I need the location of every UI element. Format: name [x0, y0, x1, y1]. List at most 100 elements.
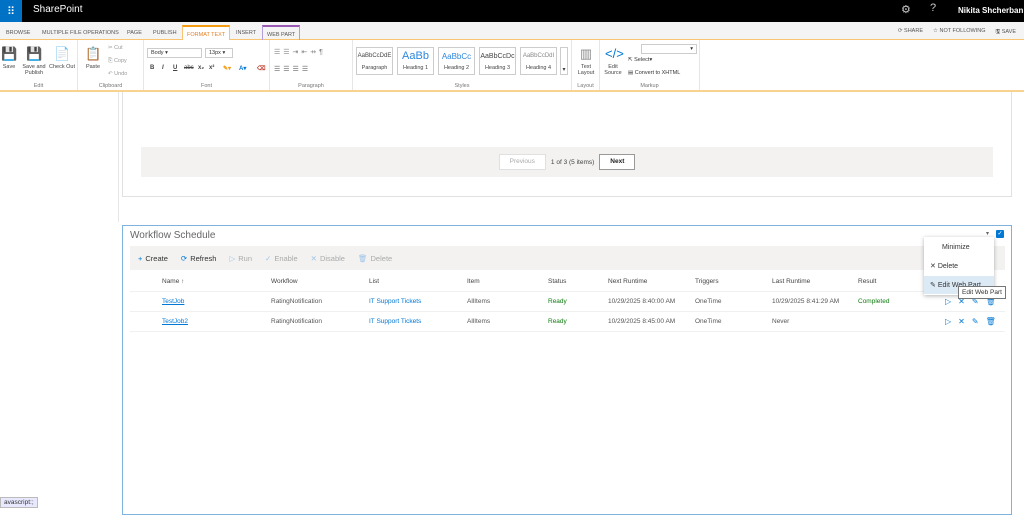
edit-icon[interactable]: ✎ — [972, 317, 979, 326]
style-name: Heading 4 — [525, 65, 552, 71]
style-sample: AaBbCc — [441, 52, 472, 61]
next-button[interactable]: Next — [599, 154, 636, 170]
paste-button[interactable]: 📋 Paste — [82, 46, 104, 70]
italic-button[interactable]: I — [162, 65, 164, 71]
col-triggers[interactable]: Triggers — [695, 278, 719, 285]
follow-button[interactable]: ☆ NOT FOLLOWING — [933, 28, 986, 37]
table-row: TestJob RatingNotification IT Support Ti… — [130, 292, 1005, 312]
run-button[interactable]: ▷ Run — [229, 254, 252, 263]
text-layout-button[interactable]: ▥ Text Layout — [574, 46, 598, 76]
tab-browse[interactable]: BROWSE — [2, 25, 34, 40]
status-bar-url: avascript:; — [0, 497, 38, 508]
convert-xhtml-button[interactable]: ▤ Convert to XHTML — [628, 70, 680, 76]
style-heading-2[interactable]: AaBbCc Heading 2 — [438, 47, 475, 75]
undo-button[interactable]: ↶ Undo — [108, 71, 127, 77]
col-last-runtime[interactable]: Last Runtime — [772, 278, 810, 285]
run-icon[interactable]: ▷ — [945, 317, 951, 326]
user-name[interactable]: Nikita Shcherban — [958, 6, 1023, 15]
run-icon[interactable]: ▷ — [945, 297, 951, 306]
web-part-menu-arrow-icon[interactable]: ▾ — [986, 230, 989, 237]
list-indent-icons[interactable]: ☰☰⇥⇤⇸¶ — [274, 48, 326, 56]
group-label: Styles — [454, 83, 470, 89]
app-launcher-icon[interactable]: ⠿ — [0, 0, 22, 22]
style-name: Heading 2 — [443, 65, 470, 71]
clear-format-icon[interactable]: ⌫ — [257, 65, 265, 72]
markup-language-select[interactable]: ▾ — [641, 44, 697, 54]
edit-source-button[interactable]: </> Edit Source — [603, 46, 624, 76]
group-label: Layout — [577, 83, 594, 89]
col-name[interactable]: Name ↑ — [162, 278, 184, 285]
paste-label: Paste — [85, 64, 101, 70]
cut-button[interactable]: ✂ Cut — [108, 45, 123, 51]
tab-page[interactable]: PAGE — [123, 25, 146, 40]
triggers-cell: OneTime — [695, 318, 722, 325]
save-icon: 💾 — [1, 46, 18, 61]
menu-delete-label: Delete — [937, 263, 959, 270]
help-icon[interactable]: ? — [930, 2, 936, 14]
gear-icon[interactable]: ⚙ — [901, 3, 911, 16]
font-style-select[interactable]: Body ▾ — [147, 48, 202, 58]
col-workflow[interactable]: Workflow — [271, 278, 298, 285]
disable-button[interactable]: ✕ Disable — [311, 254, 345, 263]
strikethrough-button[interactable]: abc — [184, 65, 194, 71]
convert-label: Convert to XHTML — [634, 70, 681, 76]
job-name-link[interactable]: TestJob — [162, 298, 184, 305]
menu-minimize[interactable]: Minimize — [924, 239, 994, 257]
check-out-button[interactable]: 📄 Check Out — [48, 46, 76, 70]
superscript-button[interactable]: x² — [209, 65, 214, 71]
col-status[interactable]: Status — [548, 278, 566, 285]
col-item[interactable]: Item — [467, 278, 480, 285]
job-name-link[interactable]: TestJob2 — [162, 318, 188, 325]
cut-label: Cut — [114, 45, 123, 51]
group-clipboard: 📋 Paste ✂ Cut ⎘ Copy ↶ Undo Clipboard — [78, 40, 144, 90]
previous-button[interactable]: Previous — [498, 154, 546, 170]
edit-web-part-icon: ✎ — [930, 282, 936, 289]
copy-button[interactable]: ⎘ Copy — [108, 58, 127, 65]
list-link[interactable]: IT Support Tickets — [369, 298, 421, 305]
page-info: 1 of 3 (5 items) — [550, 158, 595, 166]
styles-more-button[interactable]: ▾ — [560, 47, 568, 75]
tab-publish[interactable]: PUBLISH — [149, 25, 181, 40]
style-heading-3[interactable]: AaBbCcDc Heading 3 — [479, 47, 516, 75]
share-button[interactable]: ⟳ SHARE — [898, 28, 923, 37]
highlight-icon[interactable]: ✎▾ — [223, 65, 231, 72]
tab-web-part[interactable]: WEB PART — [262, 25, 301, 40]
save-page-button[interactable]: 🖫 SAVE — [996, 28, 1016, 37]
style-paragraph[interactable]: AaBbCcDdE Paragraph — [356, 47, 393, 75]
menu-delete[interactable]: ✕ Delete — [924, 257, 994, 275]
brand[interactable]: SharePoint — [33, 4, 82, 15]
delete-icon[interactable]: 🗑 — [986, 317, 996, 326]
style-heading-4[interactable]: AaBbCcDdI Heading 4 — [520, 47, 557, 75]
font-size-value: 13px — [209, 50, 221, 56]
bold-button[interactable]: B — [150, 65, 154, 71]
col-list[interactable]: List — [369, 278, 379, 285]
col-result[interactable]: Result — [858, 278, 876, 285]
col-next-runtime[interactable]: Next Runtime — [608, 278, 647, 285]
tab-multiple-file-operations[interactable]: MULTIPLE FILE OPERATIONS — [38, 25, 123, 40]
create-button[interactable]: + Create — [138, 254, 168, 263]
text-layout-label: Text Layout — [577, 64, 595, 76]
list-link[interactable]: IT Support Tickets — [369, 318, 421, 325]
last-runtime-cell: 10/29/2025 8:41:29 AM — [772, 298, 840, 305]
select-button[interactable]: ⇱ Select▾ — [628, 57, 652, 63]
font-color-icon[interactable]: A▾ — [239, 65, 246, 72]
tab-insert[interactable]: INSERT — [232, 25, 260, 40]
last-runtime-cell: Never — [772, 318, 790, 325]
style-heading-1[interactable]: AaBb Heading 1 — [397, 47, 434, 75]
status-cell: Ready — [548, 298, 567, 305]
save-publish-button[interactable]: 💾 Save and Publish — [20, 46, 48, 76]
delete-label: Delete — [370, 253, 393, 263]
disable-icon[interactable]: ✕ — [958, 317, 965, 326]
underline-button[interactable]: U — [173, 65, 177, 71]
save-button[interactable]: 💾 Save — [1, 46, 17, 70]
align-icons[interactable]: ☰☰☰☰ — [274, 65, 311, 73]
item-cell: AllItems — [467, 298, 491, 305]
refresh-button[interactable]: ⟳ Refresh — [181, 254, 217, 263]
tab-format-text[interactable]: FORMAT TEXT — [182, 25, 231, 40]
font-size-select[interactable]: 13px ▾ — [205, 48, 233, 58]
delete-button[interactable]: 🗑 Delete — [358, 254, 392, 263]
subscript-button[interactable]: x₂ — [198, 65, 204, 71]
enable-button[interactable]: ✓ Enable — [265, 254, 298, 263]
run-label: Run — [238, 253, 253, 263]
web-part-select-checkbox[interactable]: ✓ — [996, 230, 1004, 238]
